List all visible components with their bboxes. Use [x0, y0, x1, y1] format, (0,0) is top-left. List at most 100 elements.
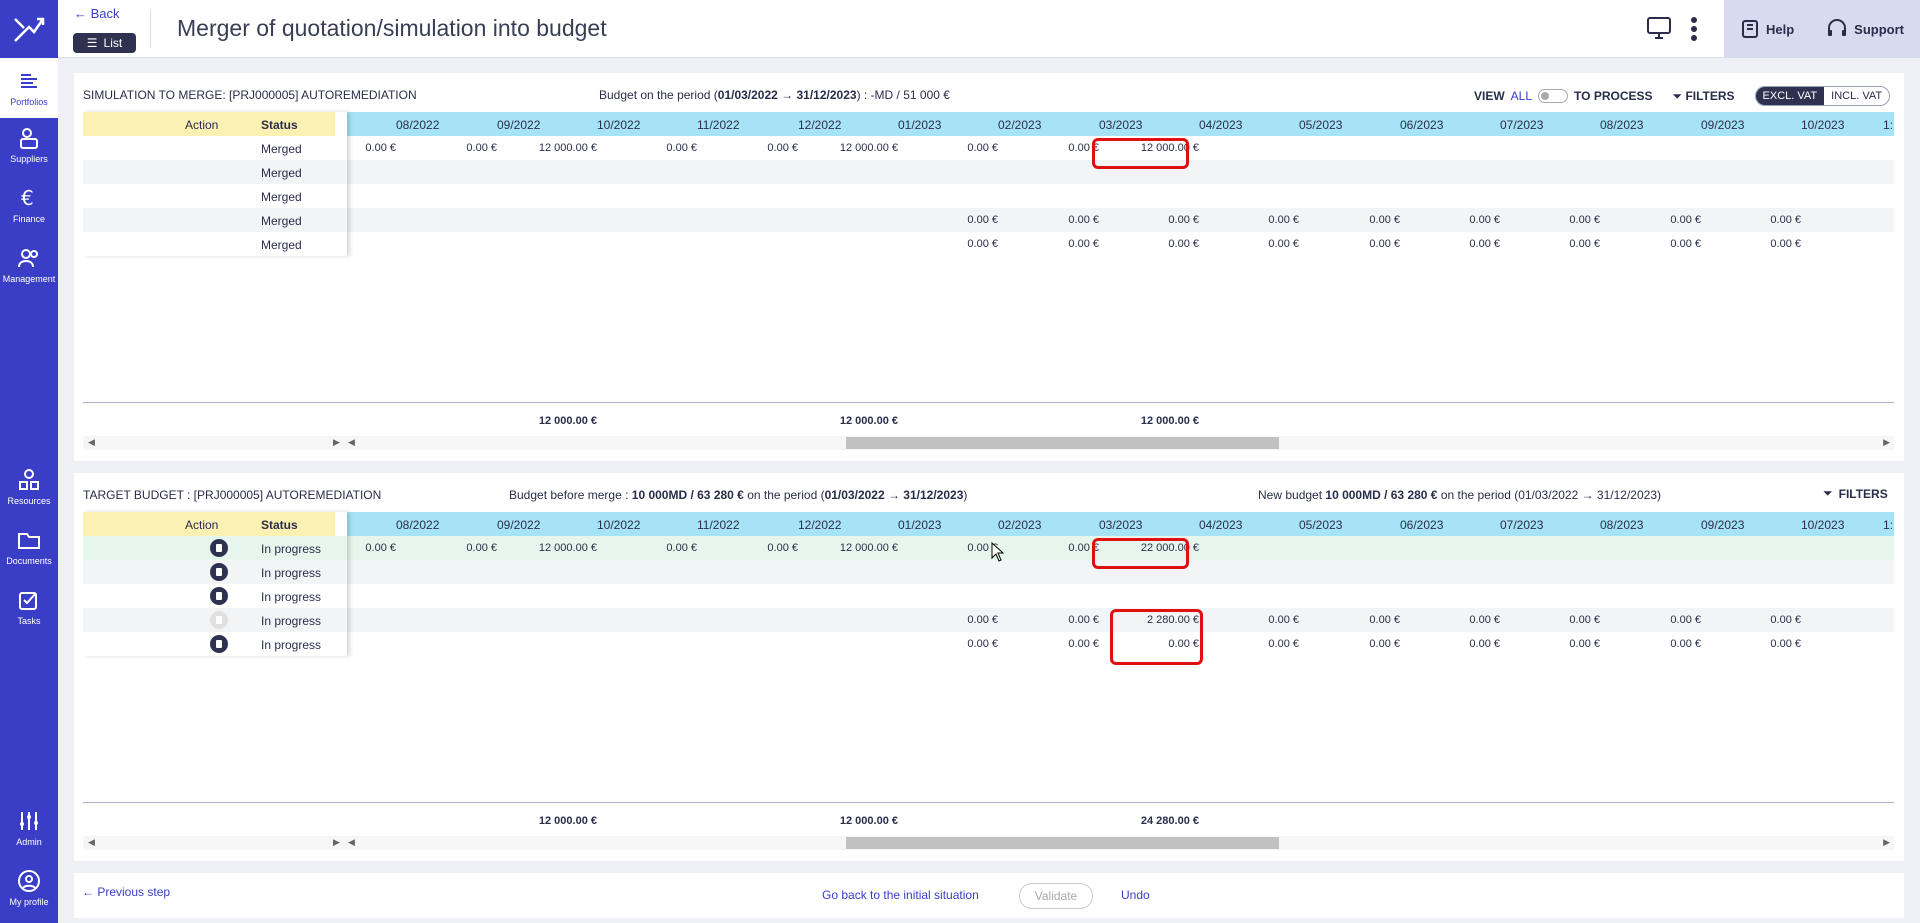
incl-vat-option[interactable]: INCL. VAT — [1824, 87, 1889, 105]
budget-cell[interactable]: 0.00 € — [1721, 238, 1801, 250]
suppliers-icon — [20, 128, 38, 149]
budget-cell[interactable]: 0.00 € — [918, 638, 998, 650]
budget-cell[interactable]: 0.00 € — [1019, 214, 1099, 226]
month-header: 09/2022 — [497, 118, 541, 132]
budget-cell[interactable]: 0.00 € — [918, 214, 998, 226]
budget-cell[interactable]: 0.00 € — [1019, 142, 1099, 154]
scroll-left-icon[interactable]: ◀ — [348, 837, 355, 848]
budget-cell[interactable]: 0.00 € — [1219, 614, 1299, 626]
nav-management[interactable]: Management — [0, 235, 58, 295]
month-header: 04/2023 — [1199, 518, 1243, 532]
scroll-right-icon[interactable]: ▶ — [1883, 437, 1890, 448]
scrollbar-thumb[interactable] — [846, 437, 1279, 449]
view-to-process[interactable]: TO PROCESS — [1574, 89, 1652, 103]
budget-cell[interactable]: 0.00 € — [1320, 238, 1400, 250]
scroll-right-icon[interactable]: ▶ — [1883, 837, 1890, 848]
budget-cell[interactable]: 0.00 € — [1621, 614, 1701, 626]
monitor-icon[interactable] — [1646, 16, 1672, 40]
budget-cell[interactable]: 0.00 € — [1721, 214, 1801, 226]
delete-icon[interactable] — [210, 611, 228, 629]
budget-cell[interactable]: 0.00 € — [1019, 614, 1099, 626]
nav-finance[interactable]: € Finance — [0, 175, 58, 235]
more-options-icon[interactable] — [1690, 16, 1698, 42]
budget-cell[interactable]: 0.00 € — [617, 142, 697, 154]
support-button[interactable]: Support — [1826, 19, 1904, 39]
budget-cell[interactable]: 0.00 € — [1119, 238, 1199, 250]
budget-cell[interactable]: 0.00 € — [718, 142, 798, 154]
target-filters-button[interactable]: ⏷ FILTERS — [1823, 486, 1888, 501]
nav-tasks[interactable]: Tasks — [0, 577, 58, 637]
budget-cell[interactable]: 0.00 € — [918, 542, 998, 554]
horizontal-scrollbar[interactable]: ◀ ▶ ◀ ▶ — [83, 836, 1894, 850]
budget-cell[interactable]: 0.00 € — [1621, 214, 1701, 226]
budget-cell[interactable]: 0.00 € — [1621, 638, 1701, 650]
nav-portfolios[interactable]: Portfolios — [0, 58, 58, 118]
nav-documents[interactable]: Documents — [0, 517, 58, 577]
scroll-right-icon[interactable]: ▶ — [333, 837, 340, 848]
view-toggle[interactable] — [1538, 89, 1569, 103]
go-back-initial-link[interactable]: Go back to the initial situation — [822, 888, 979, 902]
budget-cell[interactable]: 0.00 € — [1721, 614, 1801, 626]
budget-cell[interactable]: 0.00 € — [1320, 638, 1400, 650]
scroll-left-icon[interactable]: ◀ — [348, 437, 355, 448]
budget-cell[interactable]: 12 000.00 € — [818, 142, 898, 154]
scroll-right-icon[interactable]: ▶ — [333, 437, 340, 448]
delete-icon[interactable] — [210, 563, 228, 581]
list-button[interactable]: ☰ List — [73, 33, 136, 53]
budget-cell[interactable]: 0.00 € — [1019, 542, 1099, 554]
nav-admin[interactable]: Admin — [0, 798, 58, 858]
scrollbar-thumb[interactable] — [846, 837, 1279, 849]
validate-button[interactable]: Validate — [1019, 883, 1093, 909]
previous-step-link[interactable]: ← Previous step — [82, 885, 170, 899]
app-logo[interactable] — [0, 0, 58, 58]
back-link[interactable]: ← Back — [74, 6, 120, 21]
scroll-left-icon[interactable]: ◀ — [88, 837, 95, 848]
budget-cell[interactable]: 0.00 € — [1520, 614, 1600, 626]
view-all[interactable]: ALL — [1511, 89, 1532, 103]
budget-cell[interactable]: 0.00 € — [1019, 238, 1099, 250]
nav-suppliers[interactable]: Suppliers — [0, 115, 58, 175]
delete-icon[interactable] — [210, 539, 228, 557]
budget-cell[interactable]: 0.00 € — [918, 238, 998, 250]
status-cell: In progress — [261, 614, 322, 628]
budget-cell[interactable]: 0.00 € — [1420, 614, 1500, 626]
budget-cell[interactable]: 0.00 € — [1520, 638, 1600, 650]
budget-cell[interactable]: 12 000.00 € — [517, 142, 597, 154]
excl-vat-option[interactable]: EXCL. VAT — [1755, 87, 1825, 105]
nav-resources[interactable]: Resources — [0, 457, 58, 517]
delete-icon[interactable] — [210, 635, 228, 653]
budget-cell[interactable]: 0.00 € — [1219, 238, 1299, 250]
budget-cell[interactable]: 0.00 € — [1320, 214, 1400, 226]
budget-cell[interactable]: 0.00 € — [1621, 238, 1701, 250]
undo-link[interactable]: Undo — [1121, 888, 1150, 902]
scroll-left-icon[interactable]: ◀ — [88, 437, 95, 448]
delete-icon[interactable] — [210, 587, 228, 605]
budget-cell[interactable]: 0.00 € — [1520, 214, 1600, 226]
budget-cell[interactable]: 0.00 € — [1219, 214, 1299, 226]
month-header: 04/2023 — [1199, 118, 1243, 132]
help-button[interactable]: Help — [1740, 19, 1794, 39]
budget-cell[interactable]: 0.00 € — [918, 614, 998, 626]
budget-cell[interactable]: 0.00 € — [1219, 638, 1299, 650]
horizontal-scrollbar[interactable]: ◀ ▶ ◀ ▶ — [83, 436, 1894, 450]
budget-cell[interactable]: 0.00 € — [1119, 214, 1199, 226]
budget-cell[interactable]: 0.00 € — [417, 542, 497, 554]
nav-label: Finance — [12, 214, 46, 224]
budget-cell[interactable]: 0.00 € — [1320, 614, 1400, 626]
budget-cell[interactable]: 12 000.00 € — [818, 542, 898, 554]
budget-cell[interactable]: 0.00 € — [417, 142, 497, 154]
budget-cell[interactable]: 0.00 € — [1520, 238, 1600, 250]
filters-button[interactable]: ⏷ FILTERS — [1673, 89, 1735, 104]
budget-cell[interactable]: 0.00 € — [1420, 238, 1500, 250]
budget-cell[interactable]: 0.00 € — [1420, 638, 1500, 650]
budget-cell[interactable]: 0.00 € — [617, 542, 697, 554]
budget-cell[interactable]: 12 000.00 € — [517, 542, 597, 554]
budget-cell[interactable]: 0.00 € — [1420, 214, 1500, 226]
budget-cell[interactable]: 0.00 € — [1019, 638, 1099, 650]
budget-cell[interactable]: 0.00 € — [918, 142, 998, 154]
target-budget-before: Budget before merge : 10 000MD / 63 280 … — [509, 488, 968, 502]
budget-cell[interactable]: 0.00 € — [718, 542, 798, 554]
nav-my-profile[interactable]: My profile — [0, 858, 58, 918]
vat-switch[interactable]: EXCL. VAT INCL. VAT — [1754, 86, 1891, 106]
budget-cell[interactable]: 0.00 € — [1721, 638, 1801, 650]
